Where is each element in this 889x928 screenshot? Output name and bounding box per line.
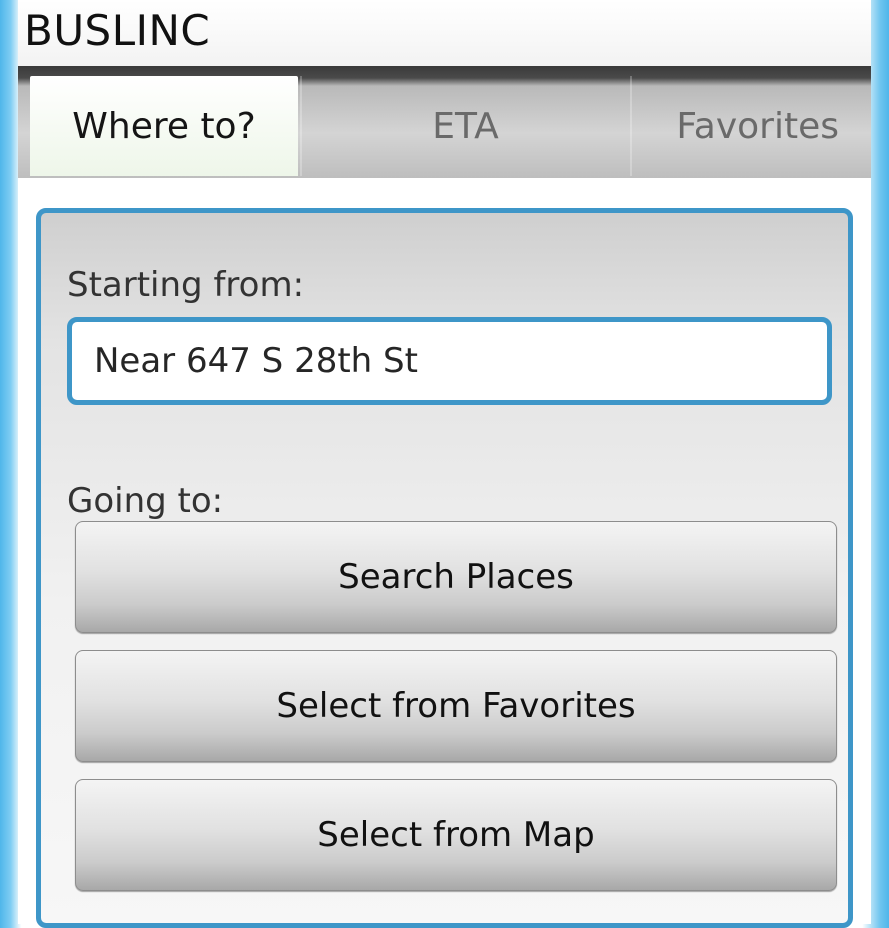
starting-from-label: Starting from: xyxy=(67,265,305,305)
search-places-button[interactable]: Search Places xyxy=(75,521,837,633)
app-title: BUSLINC xyxy=(24,6,211,55)
content-area: Starting from: Going to: Search Places S… xyxy=(18,178,871,928)
tab-divider xyxy=(300,76,302,176)
tab-divider xyxy=(630,76,632,176)
tab-bar: Where to? ETA Favorites xyxy=(18,66,871,178)
tab-favorites[interactable]: Favorites xyxy=(633,76,871,176)
starting-from-input[interactable] xyxy=(67,317,832,405)
tab-where-to[interactable]: Where to? xyxy=(30,76,298,176)
app-window: BUSLINC Where to? ETA Favorites Starting… xyxy=(18,0,871,928)
tab-eta[interactable]: ETA xyxy=(303,76,628,176)
going-to-label: Going to: xyxy=(67,481,224,521)
select-from-map-button[interactable]: Select from Map xyxy=(75,779,837,891)
trip-panel: Starting from: Going to: Search Places S… xyxy=(36,208,853,928)
select-from-favorites-button[interactable]: Select from Favorites xyxy=(75,650,837,762)
title-bar: BUSLINC xyxy=(18,0,871,66)
